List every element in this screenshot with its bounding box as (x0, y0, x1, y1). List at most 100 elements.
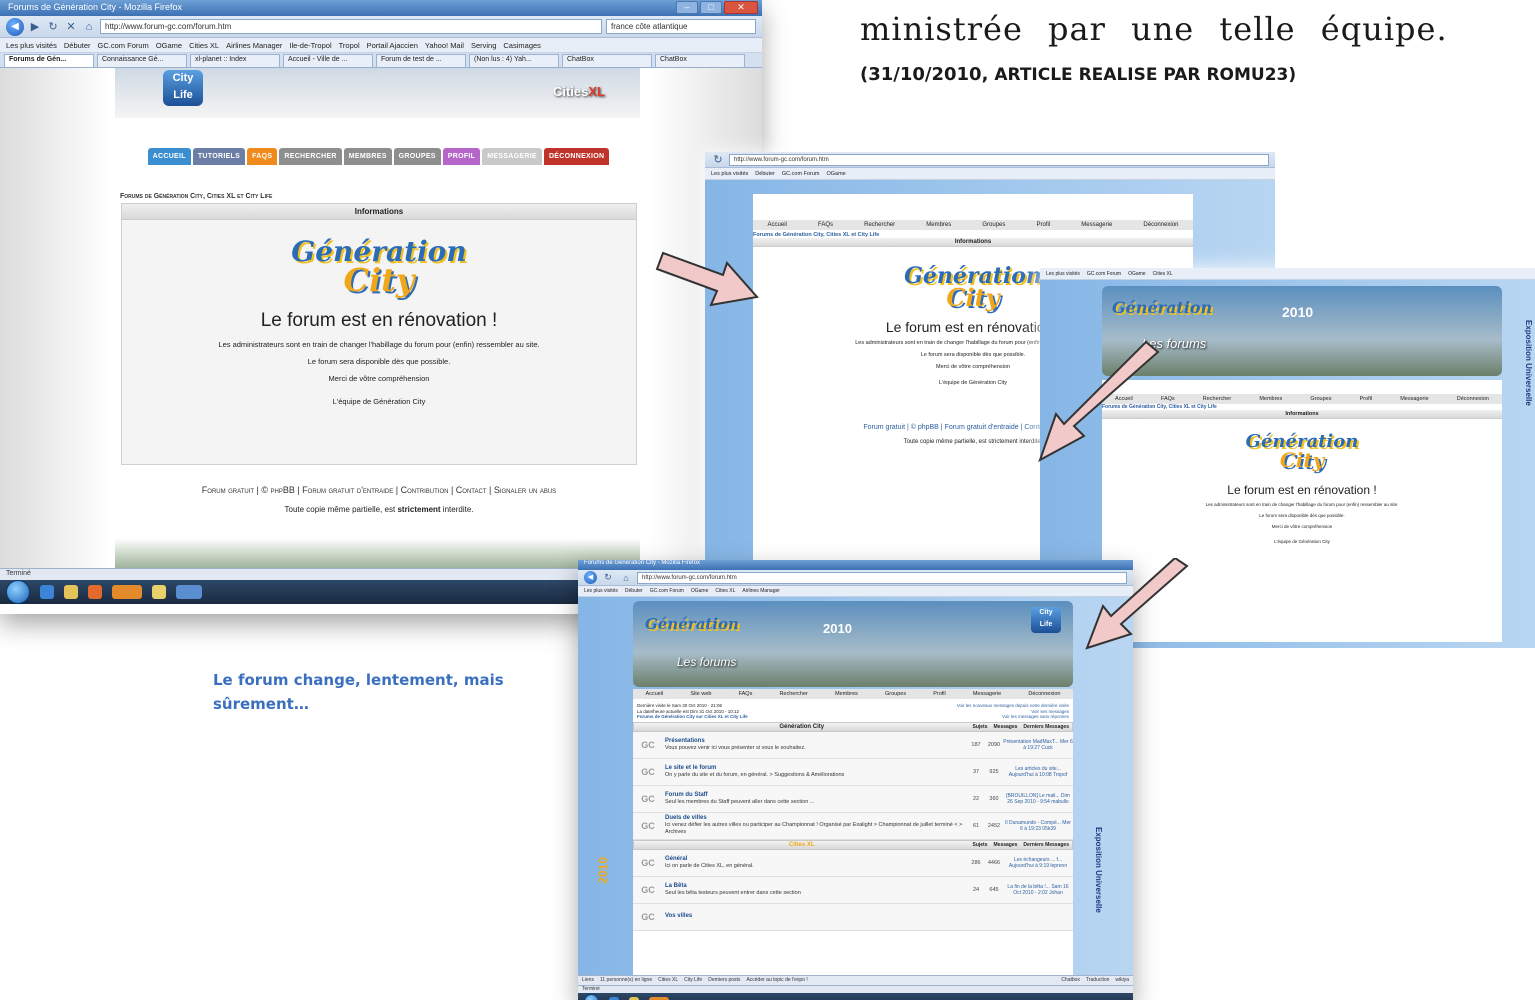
search-input[interactable]: france côte atlantique (606, 19, 756, 34)
tab-item[interactable]: ChatBox (562, 54, 652, 67)
folder-icon[interactable] (152, 585, 166, 599)
bookmark-item[interactable]: GC.com Forum (1087, 271, 1121, 277)
reload-icon[interactable]: ↻ (711, 153, 725, 166)
explorer-icon[interactable] (64, 585, 78, 599)
menu-deconnexion[interactable]: Déconnexion (543, 148, 610, 165)
bookmark-item[interactable]: Ile-de-Tropol (289, 41, 331, 50)
menu-deconnexion[interactable]: Déconnexion (1143, 222, 1178, 228)
bookmark-item[interactable]: Serving (471, 41, 496, 50)
menu-messagerie[interactable]: Messagerie (1081, 222, 1112, 228)
tab-item[interactable]: (Non lus : 4) Yah... (469, 54, 559, 67)
bookmark-item[interactable]: Les plus visités (1046, 271, 1080, 277)
bookmark-item[interactable]: Les plus visités (711, 171, 748, 177)
forum-title[interactable]: Général (665, 856, 687, 862)
reload-icon[interactable]: ↻ (46, 20, 60, 33)
windows-icon[interactable] (176, 585, 202, 599)
breadcrumb[interactable]: Forums de Génération City, Cities XL et … (120, 193, 272, 200)
bookmark-item[interactable]: OGame (156, 41, 182, 50)
menu-messagerie[interactable]: Messagerie (1400, 396, 1428, 402)
start-button[interactable] (6, 580, 30, 604)
bookmark-item[interactable]: Cities XL (1153, 271, 1173, 277)
menu-faqs[interactable]: FAQs (818, 222, 833, 228)
reload-icon[interactable]: ↻ (601, 572, 615, 583)
firefox-icon[interactable] (112, 585, 142, 599)
menu-rechercher[interactable]: Rechercher (1203, 396, 1231, 402)
ie-icon[interactable] (609, 996, 619, 1000)
bookmark-item[interactable]: Les plus visités (6, 41, 57, 50)
category-name[interactable]: Cities XL (634, 842, 969, 848)
bookmark-item[interactable]: GC.com Forum (650, 588, 684, 594)
explorer-icon[interactable] (629, 996, 639, 1000)
forum-last-post[interactable]: La fin de la bêta !... Sam 16 Oct 2010 -… (1003, 884, 1073, 896)
bookmark-item[interactable]: Débuter (625, 588, 643, 594)
home-icon[interactable]: ⌂ (82, 21, 96, 33)
tab-item[interactable]: Connaissance Gé... (97, 54, 187, 67)
menu-rechercher[interactable]: Rechercher (779, 691, 807, 697)
status-right-item[interactable]: wikiya (1115, 977, 1129, 984)
menu-faqs[interactable]: FAQs (247, 148, 278, 165)
tab-item[interactable]: ChatBox (655, 54, 745, 67)
bookmark-item[interactable]: OGame (826, 171, 845, 177)
tab-item[interactable]: Accueil - Ville de ... (283, 54, 373, 67)
stop-icon[interactable]: ✕ (64, 20, 78, 33)
forum-last-post[interactable]: [BROUILLON] Le mail... Dim 26 Sep 2010 -… (1003, 793, 1073, 805)
menu-faqs[interactable]: FAQs (739, 691, 753, 697)
menu-profil[interactable]: Profil (1360, 396, 1373, 402)
start-button[interactable] (584, 994, 599, 1000)
forum-last-post[interactable]: Les articles du site... Aujourd'hui à 10… (1003, 766, 1073, 778)
bookmark-item[interactable]: Débuter (64, 41, 91, 50)
bookmark-item[interactable]: Casimages (503, 41, 541, 50)
menu-deconnexion[interactable]: Déconnexion (1028, 691, 1060, 697)
unanswered-link[interactable]: Voir les messages sans réponses (957, 714, 1069, 720)
menu-groupes[interactable]: Groupes (1310, 396, 1331, 402)
new-messages-link[interactable]: Voir les nouveaux messages depuis votre … (957, 703, 1069, 709)
forum-title[interactable]: Présentations (665, 738, 705, 744)
menu-messagerie[interactable]: Messagerie (482, 148, 542, 165)
forum-title[interactable]: Le site et le forum (665, 765, 716, 771)
bookmark-item[interactable]: GC.com Forum (98, 41, 149, 50)
menu-rechercher[interactable]: Rechercher (279, 148, 342, 165)
menu-rechercher[interactable]: Rechercher (864, 222, 895, 228)
bookmark-item[interactable]: Airlines Manager (226, 41, 282, 50)
maximize-button[interactable]: □ (700, 1, 722, 14)
back-icon[interactable]: ◀ (6, 17, 24, 36)
menu-profil[interactable]: Profil (442, 148, 481, 165)
menu-membres[interactable]: Membres (1259, 396, 1282, 402)
bookmark-item[interactable]: Portail Ajaccien (367, 41, 418, 50)
bookmark-item[interactable]: OGame (1128, 271, 1146, 277)
bookmark-item[interactable]: OGame (691, 588, 709, 594)
bookmark-item[interactable]: Débuter (755, 171, 775, 177)
forum-last-post[interactable]: Il Dunamundo - Compé... Mer 6 à 19:23 05… (1003, 820, 1073, 832)
category-name[interactable]: Génération City (634, 724, 969, 730)
tab-item[interactable]: Forum de test de ... (376, 54, 466, 67)
bookmark-item[interactable]: GC.com Forum (782, 171, 820, 177)
status-item[interactable]: Liens (582, 977, 594, 984)
menu-groupes[interactable]: Groupes (982, 222, 1005, 228)
menu-membres[interactable]: Membres (926, 222, 951, 228)
status-item[interactable]: Accéder au topic de l'expo ! (746, 977, 807, 984)
forum-row[interactable]: GC Vos villes (633, 903, 1073, 931)
mid-url-bar[interactable]: http://www.forum-gc.com/forum.htm (729, 153, 1269, 166)
menu-site-web[interactable]: Site web (690, 691, 711, 697)
bookmark-item[interactable]: Cities XL (715, 588, 735, 594)
tab-item[interactable]: xl-planet :: Index (190, 54, 280, 67)
menu-profil[interactable]: Profil (1037, 222, 1051, 228)
status-right-item[interactable]: Traduction (1086, 977, 1109, 984)
back-icon[interactable]: ◀ (584, 571, 597, 584)
close-button[interactable]: ✕ (724, 1, 758, 14)
menu-membres[interactable]: Membres (835, 691, 858, 697)
menu-accueil[interactable]: Accueil (147, 148, 191, 165)
status-item[interactable]: Derniers posts (708, 977, 740, 984)
footer-links[interactable]: Forum gratuit | © phpBB | Forum gratuit … (121, 485, 637, 495)
bookmark-item[interactable]: Cities XL (189, 41, 219, 50)
menu-deconnexion[interactable]: Déconnexion (1457, 396, 1489, 402)
firefox-icon[interactable] (649, 996, 669, 1000)
forum-title[interactable]: La Bêta (665, 883, 687, 889)
status-right-item[interactable]: Chatbox (1061, 977, 1080, 984)
forum-row[interactable]: GC Forum du Staff Seul les membres du Staf… (633, 785, 1073, 813)
menu-membres[interactable]: Membres (343, 148, 392, 165)
menu-tutoriels[interactable]: Tutoriels (192, 148, 246, 165)
bookmark-item[interactable]: Airlines Manager (742, 588, 780, 594)
forum-row[interactable]: GC Le site et le forum On y parle du site … (633, 758, 1073, 786)
tab-forums[interactable]: Forums de Gén... (4, 54, 94, 67)
